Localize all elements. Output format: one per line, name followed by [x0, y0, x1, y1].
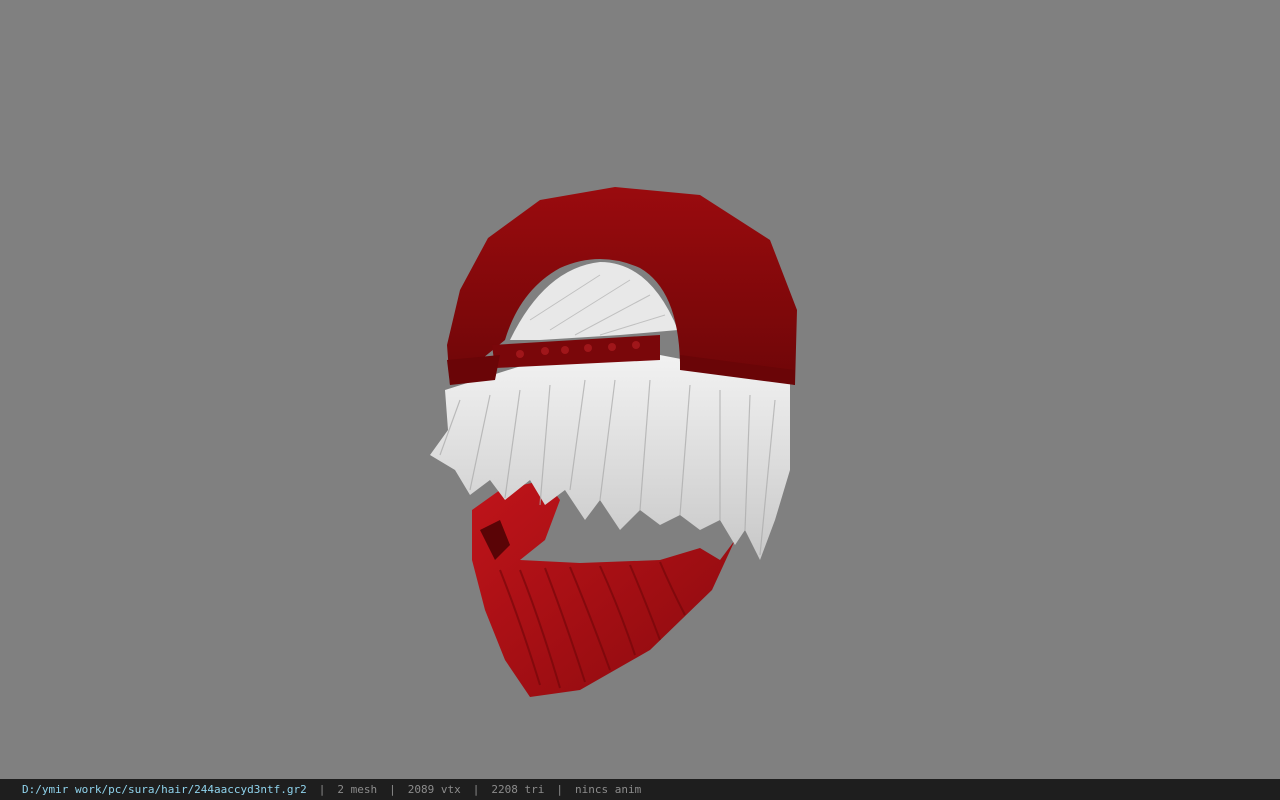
status-bar: D:/ymir work/pc/sura/hair/244aaccyd3ntf.… [0, 779, 1280, 800]
status-separator: | [389, 783, 396, 796]
3d-viewport[interactable] [0, 0, 1280, 779]
mesh-count-label: 2 mesh [337, 783, 378, 796]
file-path-label: D:/ymir work/pc/sura/hair/244aaccyd3ntf.… [22, 783, 307, 796]
vertex-count-label: 2089 vtx [407, 783, 461, 796]
triangle-count-label: 2208 tri [491, 783, 545, 796]
anim-status-label: nincs anim [575, 783, 642, 796]
model-render [430, 187, 797, 697]
status-separator: | [472, 783, 480, 796]
status-separator: | [556, 783, 563, 796]
status-separator: | [318, 783, 326, 796]
